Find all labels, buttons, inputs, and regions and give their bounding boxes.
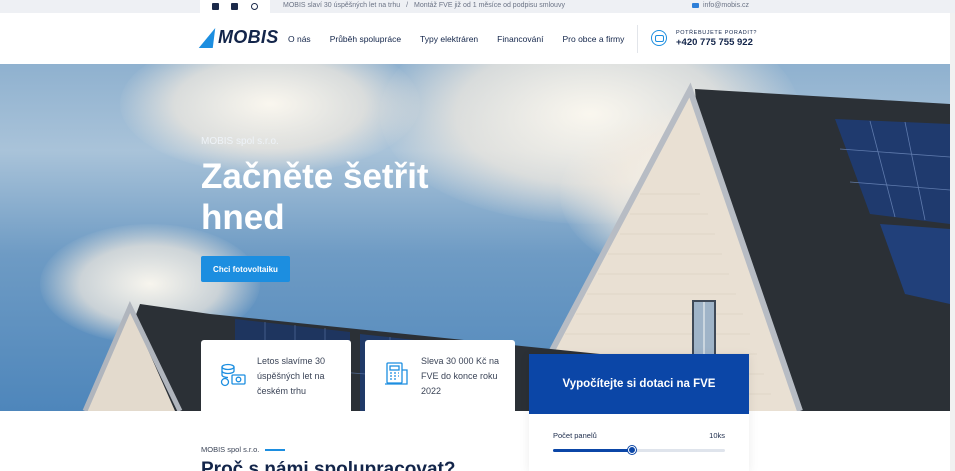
phone-label: POTŘEBUJETE PORADIT?: [676, 30, 758, 36]
facebook-icon[interactable]: [212, 3, 220, 10]
section-subtitle: MOBIS spol s.r.o.: [201, 445, 260, 454]
phone-number[interactable]: +420 775 755 922: [676, 37, 753, 48]
feature-card: Sleva 30 000 Kč na FVE do konce roku 202…: [365, 340, 515, 420]
feature-text: Sleva 30 000 Kč na FVE do konce roku 202…: [421, 356, 500, 396]
nav-item-prubeh-spoluprace[interactable]: Průběh spolupráce: [330, 34, 401, 44]
feature-text: Letos slavíme 30 úspěšných let na českém…: [257, 356, 326, 396]
lightning-bolt-icon: [198, 27, 220, 48]
panel-count-value: 10ks: [709, 431, 725, 440]
announcement-installation: Montáž FVE již od 1 měsíce od podpisu sm…: [413, 2, 565, 9]
section-title: Proč s námi spolupracovat?: [201, 459, 456, 471]
social-links: [200, 0, 270, 14]
nav-divider: [637, 25, 638, 53]
nav-item-financovani[interactable]: Financování: [497, 34, 543, 44]
top-info-bar: MOBIS slaví 30 úspěšných let na trhu / M…: [0, 0, 955, 14]
cta-button[interactable]: Chci fotovoltaiku: [201, 256, 290, 282]
slider-handle[interactable]: [628, 446, 637, 454]
hero-title: Začněte šetřit hned: [201, 157, 429, 237]
main-navigation: MOBIS O nás Průběh spolupráce Typy elekt…: [0, 13, 955, 64]
announcement-anniversary: MOBIS slaví 30 úspěšných let na trhu: [283, 2, 401, 9]
calculator-title: Vypočítejte si dotaci na FVE: [529, 354, 749, 414]
panel-count-label: Počet panelů: [553, 431, 597, 440]
logo[interactable]: MOBIS: [198, 27, 279, 48]
linkedin-icon[interactable]: [231, 3, 239, 10]
announcement-separator: /: [406, 2, 409, 9]
hero-company: MOBIS spol s.r.o.: [201, 136, 279, 147]
accent-line: [265, 448, 286, 451]
scrollbar[interactable]: [950, 13, 955, 471]
menu: O nás Průběh spolupráce Typy elektráren …: [288, 34, 624, 44]
support-phone-icon: [651, 30, 667, 46]
coins-money-icon: [220, 363, 246, 387]
slider-fill: [553, 449, 633, 452]
subsidy-calculator: Vypočítejte si dotaci na FVE Počet panel…: [529, 354, 749, 471]
nav-item-o-nas[interactable]: O nás: [288, 34, 311, 44]
feature-card: Letos slavíme 30 úspěšných let na českém…: [201, 340, 351, 420]
nav-item-typy-elektraren[interactable]: Typy elektráren: [420, 34, 478, 44]
nav-item-pro-obce-a-firmy[interactable]: Pro obce a firmy: [562, 34, 624, 44]
logo-text: MOBIS: [218, 27, 279, 47]
panel-count-slider[interactable]: [553, 446, 725, 454]
section-eyebrow: MOBIS spol s.r.o.: [201, 445, 286, 454]
email-link[interactable]: info@mobis.cz: [692, 2, 749, 9]
email-text[interactable]: info@mobis.cz: [703, 2, 749, 9]
mail-icon: [692, 3, 699, 8]
instagram-icon[interactable]: [250, 3, 258, 10]
cash-register-icon: [385, 362, 408, 385]
announcement: MOBIS slaví 30 úspěšných let na trhu / M…: [283, 2, 565, 9]
page: MOBIS slaví 30 úspěšných let na trhu / M…: [0, 0, 955, 471]
